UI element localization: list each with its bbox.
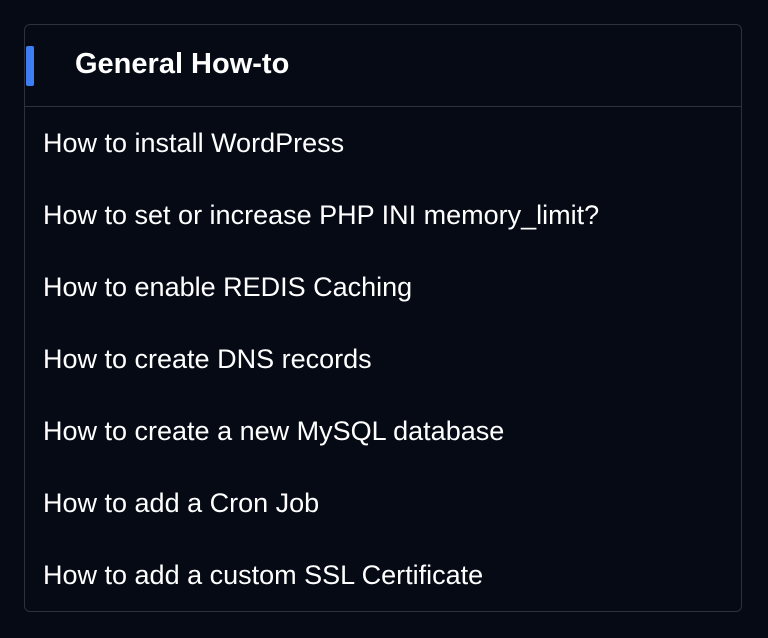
card-header: General How-to: [25, 25, 741, 107]
list-item: How to create DNS records: [25, 323, 741, 395]
how-to-link-redis-caching[interactable]: How to enable REDIS Caching: [43, 271, 412, 303]
list-item: How to set or increase PHP INI memory_li…: [25, 179, 741, 251]
list-item: How to add a custom SSL Certificate: [25, 539, 741, 611]
how-to-card: General How-to How to install WordPress …: [24, 24, 742, 612]
how-to-link-dns-records[interactable]: How to create DNS records: [43, 343, 372, 375]
list-item: How to add a Cron Job: [25, 467, 741, 539]
accent-bar: [26, 46, 34, 86]
list-item: How to create a new MySQL database: [25, 395, 741, 467]
how-to-list: How to install WordPress How to set or i…: [25, 107, 741, 611]
how-to-link-ssl-certificate[interactable]: How to add a custom SSL Certificate: [43, 559, 483, 591]
list-item: How to install WordPress: [25, 107, 741, 179]
how-to-link-install-wordpress[interactable]: How to install WordPress: [43, 127, 344, 159]
how-to-link-php-memory-limit[interactable]: How to set or increase PHP INI memory_li…: [43, 199, 599, 231]
how-to-link-cron-job[interactable]: How to add a Cron Job: [43, 487, 319, 519]
how-to-link-mysql-database[interactable]: How to create a new MySQL database: [43, 415, 504, 447]
card-title: General How-to: [75, 48, 290, 80]
list-item: How to enable REDIS Caching: [25, 251, 741, 323]
